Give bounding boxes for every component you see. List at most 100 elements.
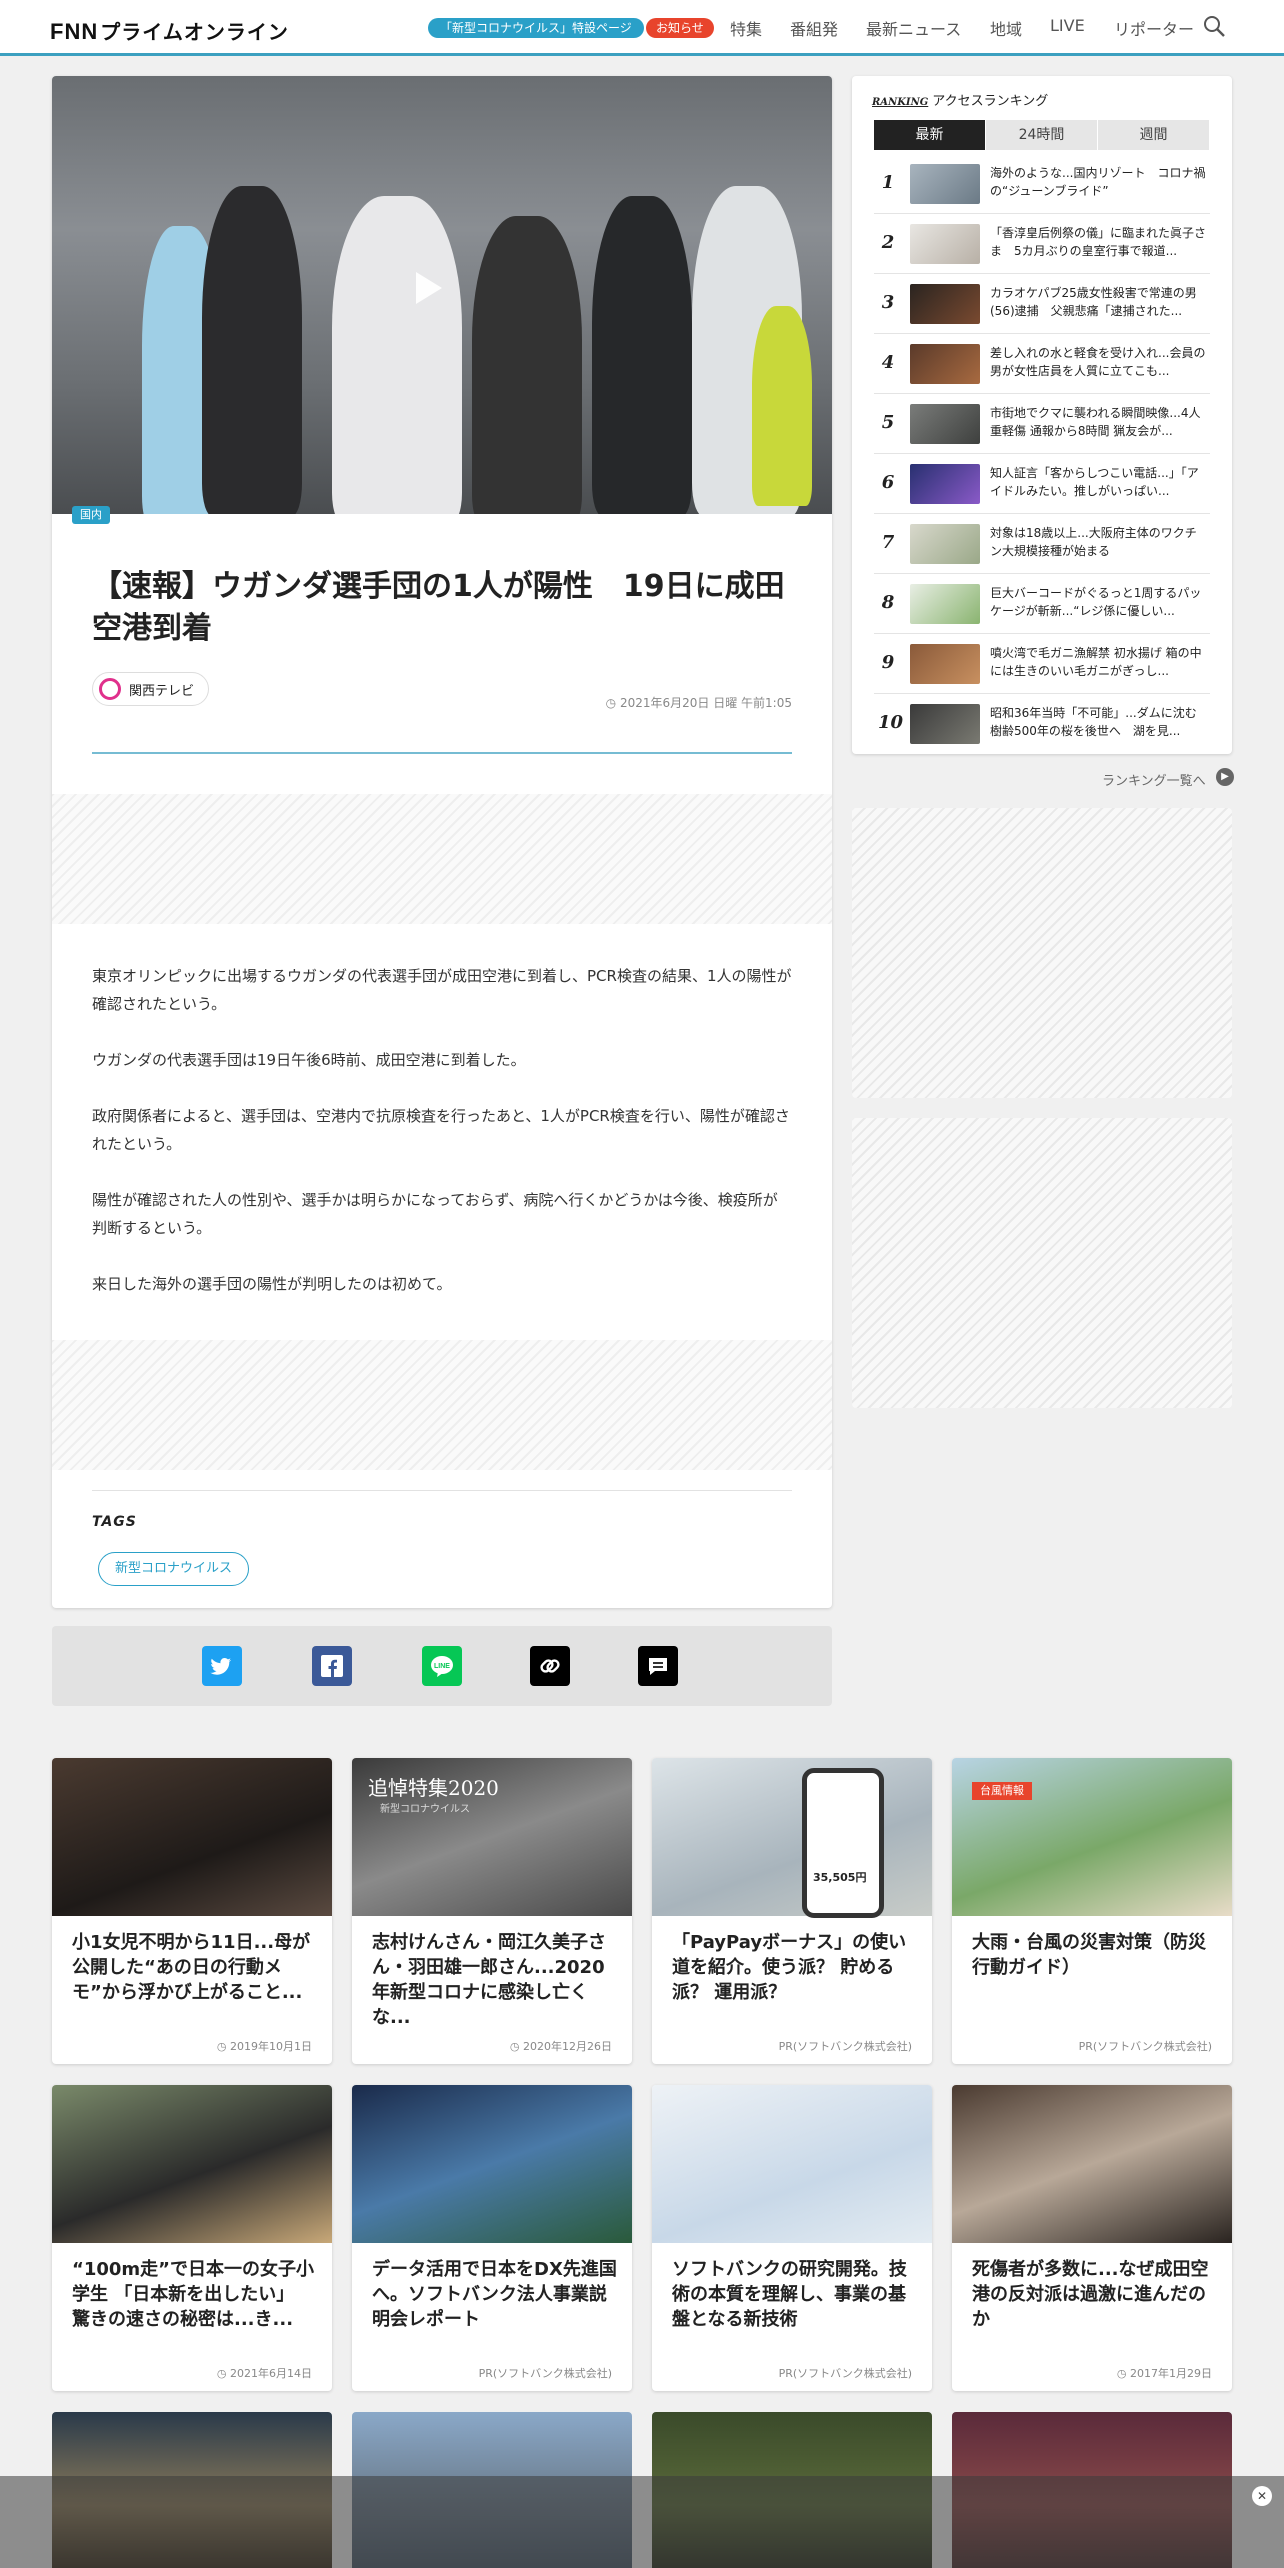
ranking-title: 差し入れの水と軽食を受け入れ...会員の男が女性店員を人質に立てこも...	[990, 346, 1206, 378]
memorial-title: 追悼特集2020	[368, 1776, 499, 1800]
facebook-share-button[interactable]	[312, 1646, 352, 1686]
nav-reporter[interactable]: リポーター	[1114, 16, 1194, 40]
ranking-item[interactable]: 6 知人証言「客からしつこい電話...」「アイドルみたい。推しがいっぱい...	[874, 454, 1210, 514]
tab-latest[interactable]: 最新	[874, 120, 986, 150]
bottom-ad-overlay	[0, 2476, 1284, 2568]
article-thumbnail: 追悼特集2020 新型コロナウイルス	[352, 1758, 632, 1916]
nav-region[interactable]: 地域	[990, 16, 1022, 40]
related-article-title: ソフトバンクの研究開発。技術の本質を理解し、事業の基盤となる新技術	[672, 2259, 907, 2330]
rank-number: 10	[878, 712, 904, 733]
chevron-right-icon[interactable]: ▶	[1216, 768, 1234, 786]
related-article-card[interactable]: 35,505円 「PayPayボーナス」の使い道を紹介。使う派？ 貯める派？ 運…	[652, 1758, 932, 2064]
play-icon[interactable]	[416, 272, 442, 304]
line-share-button[interactable]: LINE	[422, 1646, 462, 1686]
ranking-title: 昭和36年当時「不可能」...ダムに沈む樹齢500年の桜を後世へ 湖を見...	[990, 706, 1197, 738]
tab-weekly[interactable]: 週間	[1098, 120, 1210, 150]
category-badge[interactable]: 国内	[72, 506, 110, 524]
related-article-date: ◷ 2019年10月1日	[216, 2040, 312, 2053]
ranking-title: 「香淳皇后例祭の儀」に臨まれた眞子さま 5カ月ぶりの皇室行事で報道...	[990, 226, 1206, 258]
publish-date: ◷ 2021年6月20日 日曜 午前1:05	[605, 696, 792, 710]
rank-number: 5	[881, 412, 895, 433]
nav-features[interactable]: 特集	[730, 16, 762, 40]
related-article-date-text: 2021年6月14日	[230, 2367, 312, 2380]
close-icon[interactable]: ✕	[1252, 2486, 1272, 2506]
tag-corona[interactable]: 新型コロナウイルス	[98, 1552, 250, 1586]
ranking-item[interactable]: 7 対象は18歳以上...大阪府主体のワクチン大規模接種が始まる	[874, 514, 1210, 574]
ranking-title: 対象は18歳以上...大阪府主体のワクチン大規模接種が始まる	[990, 526, 1197, 558]
ranking-title: 噴火湾で毛ガニ漁解禁 初水揚げ 箱の中には生きのいい毛ガニがぎっし...	[990, 646, 1202, 678]
comment-icon	[649, 1658, 667, 1675]
ranking-tabs: 最新 24時間 週間	[874, 120, 1210, 150]
related-article-card[interactable]: 小1女児不明から11日...母が公開した“あの日の行動メモ”から浮かび上がること…	[52, 1758, 332, 2064]
pay-amount: 35,505円	[813, 1871, 867, 1884]
nav-live[interactable]: LIVE	[1050, 16, 1085, 35]
rank-number: 6	[881, 472, 895, 493]
related-article-card[interactable]: ソフトバンクの研究開発。技術の本質を理解し、事業の基盤となる新技術 PR(ソフト…	[652, 2085, 932, 2391]
ranking-item[interactable]: 8 巨大バーコードがぐるっと1周するパッケージが斬新...“レジ係に優しい...	[874, 574, 1210, 634]
article-thumbnail	[52, 2085, 332, 2243]
sidebar-ad-2	[852, 1118, 1232, 1408]
corona-special-link[interactable]: 「新型コロナウイルス」特設ページ	[428, 18, 644, 38]
search-icon[interactable]	[1202, 14, 1226, 38]
related-article-title: 「PayPayボーナス」の使い道を紹介。使う派？ 貯める派？ 運用派？	[672, 1932, 907, 2003]
ranking-thumbnail	[910, 224, 980, 264]
hero-figure	[752, 306, 812, 506]
related-article-card[interactable]: 台風情報 大雨・台風の災害対策（防災行動ガイド） PR(ソフトバンク株式会社)	[952, 1758, 1232, 2064]
nav-latest-news[interactable]: 最新ニュース	[866, 16, 961, 40]
facebook-icon	[321, 1655, 343, 1677]
hero-figure	[472, 216, 582, 514]
tab-24h[interactable]: 24時間	[986, 120, 1098, 150]
ranking-title: 海外のような...国内リゾート コロナ禍の“ジューンブライド”	[990, 166, 1206, 198]
tags-divider	[92, 1490, 792, 1491]
comment-button[interactable]	[638, 1646, 678, 1686]
ranking-more-link[interactable]: ランキング一覧へ	[1102, 770, 1206, 789]
related-article-date-text: 2020年12月26日	[523, 2040, 612, 2053]
article-thumbnail	[52, 1758, 332, 1916]
hero-figure	[332, 196, 462, 514]
share-bar: LINE	[52, 1626, 832, 1706]
source-chip[interactable]: 関西テレビ	[92, 672, 210, 706]
related-article-card[interactable]: 追悼特集2020 新型コロナウイルス 志村けんさん・岡江久美子さん・羽田雄一郎さ…	[352, 1758, 632, 2064]
logo-text: プライムオンライン	[100, 22, 289, 44]
ranking-thumbnail	[910, 704, 980, 744]
ranking-item[interactable]: 9 噴火湾で毛ガニ漁解禁 初水揚げ 箱の中には生きのいい毛ガニがぎっし...	[874, 634, 1210, 694]
title-divider	[92, 752, 792, 754]
article-body: 東京オリンピックに出場するウガンダの代表選手団が成田空港に到着し、PCR検査の結…	[92, 962, 792, 1326]
ranking-thumbnail	[910, 344, 980, 384]
site-logo[interactable]: FNN プライムオンライン	[50, 16, 289, 45]
related-article-title: 小1女児不明から11日...母が公開した“あの日の行動メモ”から浮かび上がること…	[72, 1932, 311, 2003]
ranking-item[interactable]: 2 「香淳皇后例祭の儀」に臨まれた眞子さま 5カ月ぶりの皇室行事で報道...	[874, 214, 1210, 274]
ranking-item[interactable]: 10 昭和36年当時「不可能」...ダムに沈む樹齢500年の桜を後世へ 湖を見..…	[874, 694, 1210, 754]
ranking-thumbnail	[910, 644, 980, 684]
article-thumbnail	[652, 2085, 932, 2243]
rank-number: 9	[881, 652, 895, 673]
twitter-share-button[interactable]	[202, 1646, 242, 1686]
site-header: FNN プライムオンライン 「新型コロナウイルス」特設ページ お知らせ 特集 番組…	[0, 0, 1284, 56]
related-article-card[interactable]: 死傷者が多数に...なぜ成田空港の反対派は過激に進んだのか ◷ 2017年1月2…	[952, 2085, 1232, 2391]
related-article-date-text: 2017年1月29日	[1130, 2367, 1212, 2380]
related-article-date: ◷ 2020年12月26日	[509, 2040, 612, 2053]
ranking-panel: RANKING アクセスランキング 最新 24時間 週間 1 海外のような...国内…	[852, 76, 1232, 754]
broadcaster-icon	[99, 678, 121, 700]
ranking-title: カラオケパブ25歳女性殺害で常連の男(56)逮捕 父親悲痛「逮捕された...	[990, 286, 1197, 318]
related-article-date: ◷ 2017年1月29日	[1116, 2367, 1212, 2380]
ranking-item[interactable]: 5 市街地でクマに襲われる瞬間映像...4人重軽傷 通報から8時間 猟友会が...	[874, 394, 1210, 454]
ranking-item[interactable]: 1 海外のような...国内リゾート コロナ禍の“ジューンブライド”	[874, 154, 1210, 214]
article-video[interactable]	[52, 76, 832, 514]
ranking-item[interactable]: 4 差し入れの水と軽食を受け入れ...会員の男が女性店員を人質に立てこも...	[874, 334, 1210, 394]
related-article-card[interactable]: “100m走”で日本一の女子小学生 「日本新を出したい」 驚きの速さの秘密は..…	[52, 2085, 332, 2391]
related-article-card[interactable]: データ活用で日本をDX先進国へ。ソフトバンク法人事業説明会レポート PR(ソフト…	[352, 2085, 632, 2391]
ad-slot-top	[52, 794, 832, 924]
line-icon: LINE	[431, 1656, 453, 1677]
related-article-sponsor: PR(ソフトバンク株式会社)	[1078, 2040, 1212, 2053]
notice-link[interactable]: お知らせ	[646, 18, 714, 38]
publish-date-text: 2021年6月20日 日曜 午前1:05	[619, 696, 792, 710]
copy-link-button[interactable]	[530, 1646, 570, 1686]
phone-image: 35,505円	[802, 1768, 884, 1918]
memorial-subtitle: 新型コロナウイルス	[380, 1804, 470, 1815]
rank-number: 1	[881, 172, 895, 193]
ranking-item[interactable]: 3 カラオケパブ25歳女性殺害で常連の男(56)逮捕 父親悲痛「逮捕された...	[874, 274, 1210, 334]
nav-programs[interactable]: 番組発	[790, 16, 838, 40]
logo-prefix: FNN	[50, 19, 99, 44]
related-article-sponsor: PR(ソフトバンク株式会社)	[778, 2367, 912, 2380]
